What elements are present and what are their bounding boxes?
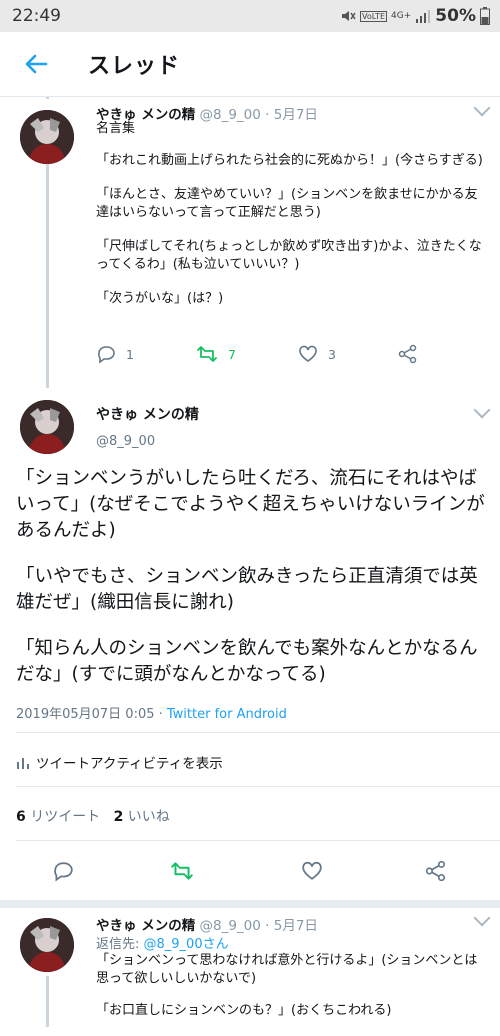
tweet-date: · 5月7日	[265, 918, 318, 934]
reply-to-handle[interactable]: @8_9_00さん	[144, 937, 229, 952]
tweet-datetime: 2019年05月07日 0:05 ·	[16, 707, 167, 722]
like-total: 2	[113, 809, 124, 825]
like-count: 3	[328, 346, 336, 362]
tweet-paragraph: 「知らん人のションベンを飲んでも案外なんとかなるんだな」(すでに頭がなんとかなっ…	[16, 638, 478, 685]
chevron-down-icon[interactable]	[473, 401, 491, 419]
retweet-total: 6	[16, 809, 26, 825]
volte-badge: VoLTE	[360, 10, 388, 22]
reply-count: 1	[126, 346, 134, 362]
divider	[0, 900, 500, 908]
retweet-label[interactable]: リツイート	[30, 809, 100, 825]
battery-percent: 50%	[435, 6, 476, 26]
chevron-down-icon[interactable]	[473, 99, 491, 117]
share-button[interactable]	[398, 344, 418, 364]
tweet-line: 「ションベンって思わなければ意外と行けるよ」(ションベンとは思って欲しいしいかな…	[96, 953, 478, 986]
reply-to: 返信先: @8_9_00さん	[96, 933, 229, 952]
tweet-line: 「お口直しにションベンのも？」(おくちこわれる)	[96, 1003, 392, 1018]
user-handle[interactable]: @8_9_00	[200, 918, 261, 934]
heart-icon[interactable]	[301, 860, 323, 882]
network-type: 4G+	[391, 11, 412, 21]
tweet-paragraph: 「ションベンうがいしたら吐くだろ、流石にそれはやばいって」(なぜそこでようやく超…	[16, 468, 485, 541]
status-icons: VoLTE 4G+ 50%	[340, 6, 490, 26]
display-name[interactable]: やきゅ メンの精	[96, 404, 199, 424]
tweet-header: やきゅ メンの精 @8_9_00 · 5月7日	[96, 914, 318, 934]
back-arrow-icon[interactable]	[22, 50, 50, 78]
tweet-timestamp: 2019年05月07日 0:05 · Twitter for Android	[16, 703, 287, 722]
page-title: スレッド	[88, 54, 181, 79]
tweet-line: 「次うがいな」(は？)	[96, 291, 224, 306]
tweet-line: 名言集	[96, 121, 136, 136]
like-label[interactable]: いいね	[128, 809, 170, 825]
avatar[interactable]	[20, 400, 74, 454]
share-icon	[398, 344, 417, 364]
tweet-line: 「尺伸ばしてそれ(ちょっとしか飲めず吹き出す)かよ、泣きたくなってくるわ」(私も…	[96, 239, 482, 272]
avatar[interactable]	[20, 918, 74, 972]
battery-icon	[480, 7, 490, 25]
retweet-icon	[197, 346, 217, 362]
heart-icon	[299, 345, 317, 362]
thread-connector	[46, 164, 49, 388]
tweet-line: 「ほんとさ、友達やめていい？」(ションベンを飲ませにかかる友達はいらないって言っ…	[96, 187, 478, 220]
user-handle[interactable]: @8_9_00	[96, 434, 155, 449]
reply-to-label: 返信先:	[96, 937, 144, 952]
divider	[16, 786, 500, 787]
tweet-text: 名言集 「おれこれ動画上げられたら社会的に死ぬから！」(今さらすぎる) 「ほんと…	[96, 120, 486, 324]
engagement-counts: 6 リツイート 2 いいね	[16, 806, 170, 826]
app-bar: スレッド	[0, 32, 500, 97]
reply-button[interactable]: 1	[96, 344, 134, 364]
activity-label: ツイートアクティビティを表示	[36, 756, 223, 772]
status-bar: 22:49 VoLTE 4G+ 50%	[0, 0, 500, 32]
display-name[interactable]: やきゅ メンの精	[96, 918, 195, 934]
tweet-line: 「おれこれ動画上げられたら社会的に死ぬから！」(今さらすぎる)	[96, 153, 483, 168]
divider	[16, 732, 500, 733]
reply-icon[interactable]	[52, 860, 74, 882]
like-button[interactable]: 3	[298, 344, 336, 364]
reply-icon	[98, 346, 115, 364]
retweet-button[interactable]: 7	[196, 344, 236, 364]
bar-chart-icon	[17, 758, 29, 769]
thread-connector	[46, 976, 49, 1027]
thread-connector	[46, 97, 49, 99]
retweet-count: 7	[228, 346, 236, 362]
avatar[interactable]	[20, 110, 74, 164]
retweet-icon[interactable]	[170, 860, 194, 882]
divider	[16, 840, 500, 841]
tweet-source-link[interactable]: Twitter for Android	[167, 707, 287, 722]
signal-icon	[416, 10, 431, 23]
tweet-activity-link[interactable]: ツイートアクティビティを表示	[16, 752, 223, 772]
chevron-down-icon[interactable]	[473, 909, 491, 927]
share-icon[interactable]	[425, 860, 447, 882]
tweet-text: 「ションベンって思わなければ意外と行けるよ」(ションベンとは思って欲しいしいかな…	[96, 952, 486, 1036]
tweet-paragraph: 「いやでもさ、ションベン飲みきったら正直清須では英雄だぜ」(織田信長に謝れ)	[16, 566, 478, 613]
status-time: 22:49	[12, 6, 61, 26]
focus-tweet-text: 「ションベンうがいしたら吐くだろ、流石にそれはやばいって」(なぜそこでようやく超…	[16, 466, 492, 708]
mute-icon	[342, 11, 356, 21]
